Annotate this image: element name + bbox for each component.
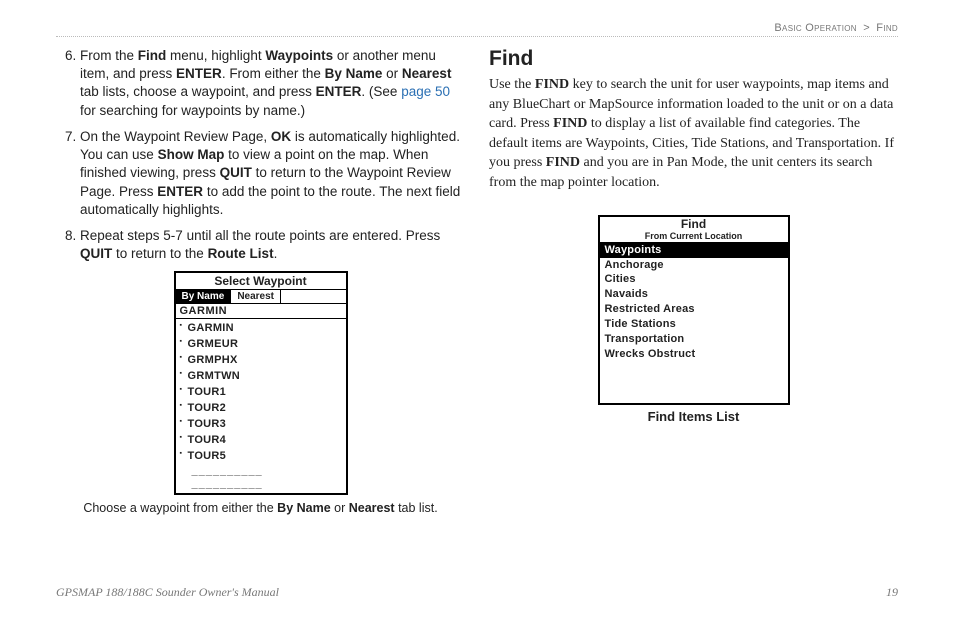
instruction-step: Repeat steps 5-7 until all the route poi… [80,227,465,263]
breadcrumb-section: Basic Operation [774,22,856,34]
find-category-item: Anchorage [600,258,788,273]
find-category-item: Waypoints [600,243,788,258]
fig1-tab: Nearest [231,290,281,303]
divider [56,36,898,37]
find-category-item: Transportation [600,332,788,347]
waypoint-item: GRMTWN [178,369,344,385]
figure-select-waypoint: Select Waypoint By NameNearest GARMIN GA… [56,271,465,515]
find-category-item: Wrecks Obstruct [600,347,788,362]
fig2-category-list: WaypointsAnchorageCitiesNavaidsRestricte… [600,243,788,403]
instruction-step: From the Find menu, highlight Waypoints … [80,47,465,120]
footer-manual-title: GPSMAP 188/188C Sounder Owner's Manual [56,585,279,600]
page-link[interactable]: page 50 [401,84,450,99]
right-column: Find Use the FIND key to search the unit… [489,47,898,515]
page-footer: GPSMAP 188/188C Sounder Owner's Manual 1… [56,585,898,600]
waypoint-item: TOUR4 [178,433,344,449]
waypoint-item: TOUR1 [178,385,344,401]
fig2-caption: Find Items List [489,409,898,424]
instruction-step: On the Waypoint Review Page, OK is autom… [80,128,465,219]
breadcrumb-page: Find [876,22,898,34]
waypoint-item: TOUR5 [178,449,344,465]
waypoint-item: TOUR2 [178,401,344,417]
fig1-waypoint-list: GARMINGRMEURGRMPHXGRMTWNTOUR1TOUR2TOUR3T… [176,319,346,493]
fig2-title: Find [600,217,788,231]
empty-row: __________ [178,478,344,491]
waypoint-item: TOUR3 [178,417,344,433]
fig1-tabs: By NameNearest [176,290,346,304]
figure-find-list: Find From Current Location WaypointsAnch… [489,215,898,424]
find-category-item: Navaids [600,287,788,302]
left-column: From the Find menu, highlight Waypoints … [56,47,465,515]
empty-row: __________ [178,465,344,478]
breadcrumb-sep: > [860,22,873,34]
fig2-subtitle: From Current Location [600,231,788,243]
section-heading: Find [489,47,898,71]
waypoint-item: GARMIN [178,321,344,337]
fig1-tab: By Name [176,290,232,303]
find-category-item: Cities [600,272,788,287]
instruction-list: From the Find menu, highlight Waypoints … [56,47,465,263]
waypoint-item: GRMPHX [178,353,344,369]
breadcrumb: Basic Operation > Find [56,22,898,34]
footer-page-number: 19 [886,585,898,600]
fig1-caption: Choose a waypoint from either the By Nam… [56,501,465,515]
fig1-title: Select Waypoint [176,273,346,290]
section-paragraph: Use the FIND key to search the unit for … [489,75,898,193]
find-category-item: Tide Stations [600,317,788,332]
find-category-item: Restricted Areas [600,302,788,317]
waypoint-item: GRMEUR [178,337,344,353]
fig1-input: GARMIN [176,304,346,319]
